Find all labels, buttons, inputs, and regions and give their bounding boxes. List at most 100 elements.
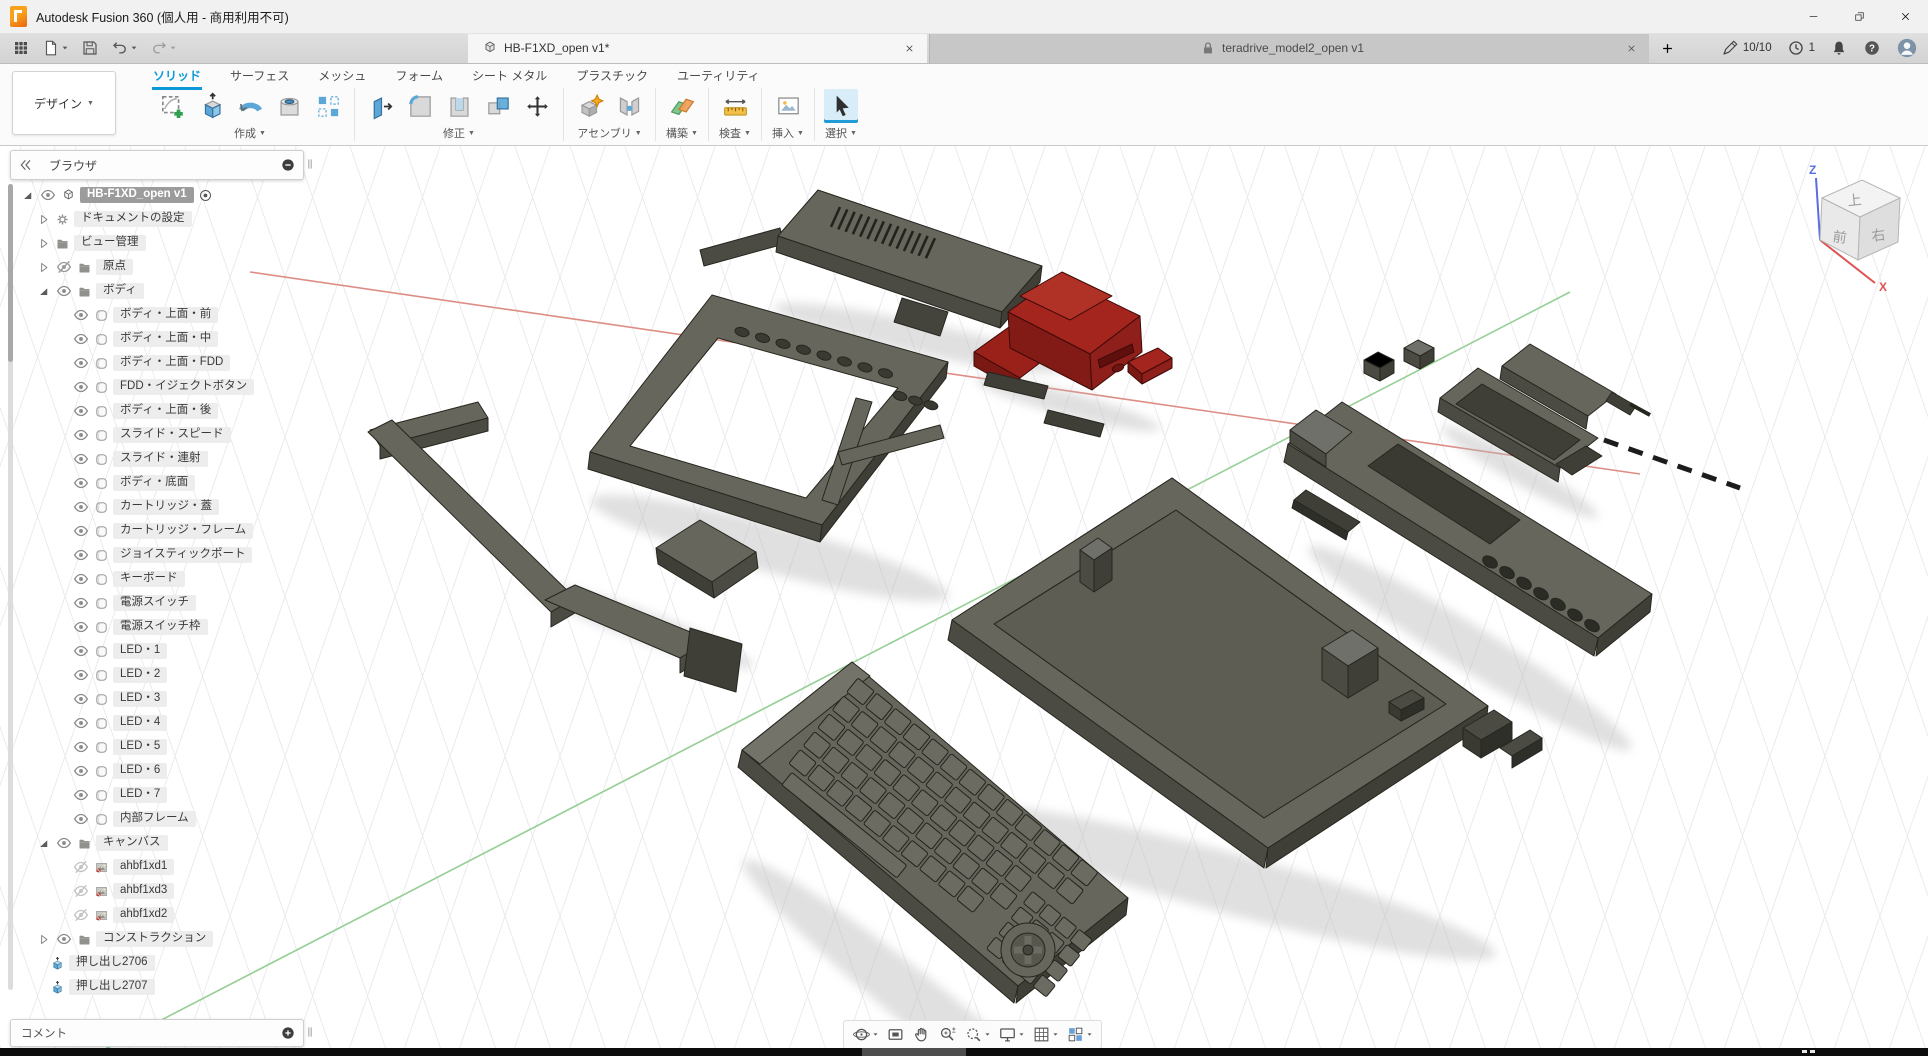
visibility-eye-icon[interactable]: [55, 282, 73, 300]
tree-item-label[interactable]: ボディ・上面・FDD: [113, 355, 230, 372]
tree-item-label[interactable]: ボディ・底面: [113, 475, 195, 492]
ribbon-group-dropdown[interactable]: 作成▼: [234, 125, 266, 141]
move-button[interactable]: [520, 89, 554, 123]
restore-button[interactable]: [1836, 0, 1882, 32]
tree-item-label[interactable]: キーボード: [113, 571, 185, 588]
panel-grip-handle[interactable]: [303, 156, 317, 172]
tree-item-label[interactable]: ジョイスティックポート: [113, 547, 252, 564]
tree-item-label[interactable]: スライド・連射: [113, 451, 208, 468]
collapse-panel-icon[interactable]: [18, 157, 34, 173]
visibility-eye-icon[interactable]: [72, 594, 90, 612]
collapse-arrow-icon[interactable]: [36, 284, 51, 299]
ribbon-group-dropdown[interactable]: 修正▼: [443, 125, 475, 141]
collapse-arrow-icon[interactable]: [20, 188, 35, 203]
pattern-button[interactable]: [311, 89, 345, 123]
save-button[interactable]: [77, 35, 103, 61]
fit-button[interactable]: [961, 1023, 994, 1046]
visibility-eye-icon[interactable]: [72, 714, 90, 732]
measure-button[interactable]: [718, 89, 752, 123]
ribbon-tab-2[interactable]: サーフェス: [229, 65, 290, 87]
new-component-button[interactable]: [573, 89, 607, 123]
visibility-eye-icon[interactable]: [72, 810, 90, 828]
tree-item-label[interactable]: LED・2: [113, 667, 167, 684]
tree-item-label[interactable]: HB-F1XD_open v1: [80, 187, 194, 204]
ribbon-group-dropdown[interactable]: 選択▼: [825, 125, 857, 141]
viewcube-front-face[interactable]: 前: [1832, 228, 1848, 246]
visibility-eye-icon[interactable]: [72, 618, 90, 636]
job-status[interactable]: 1: [1787, 39, 1815, 57]
tree-item-label[interactable]: LED・6: [113, 763, 167, 780]
tree-item-label[interactable]: 内部フレーム: [113, 811, 196, 828]
part-power-switch[interactable]: [1364, 340, 1434, 381]
tree-item-label[interactable]: キャンバス: [96, 835, 168, 852]
visibility-eye-off-icon[interactable]: [72, 906, 90, 924]
visibility-eye-icon[interactable]: [72, 522, 90, 540]
viewport[interactable]: [0, 145, 1928, 1048]
tree-item-label[interactable]: LED・1: [113, 643, 167, 660]
extrude-button[interactable]: [194, 89, 228, 123]
viewcube-top-face[interactable]: 上: [1847, 191, 1863, 208]
look-at-button[interactable]: [883, 1023, 908, 1046]
tree-item-label[interactable]: LED・5: [113, 739, 167, 756]
notifications-button[interactable]: [1830, 39, 1848, 57]
tree-item-label[interactable]: 原点: [96, 259, 133, 276]
press-pull-button[interactable]: [364, 89, 398, 123]
ribbon-group-dropdown[interactable]: 検査▼: [719, 125, 751, 141]
visibility-eye-icon[interactable]: [72, 354, 90, 372]
tree-item-label[interactable]: ボディ・上面・中: [113, 331, 218, 348]
ribbon-tab-7[interactable]: ユーティリティ: [676, 65, 761, 87]
undo-button[interactable]: [107, 35, 142, 61]
workspace-selector[interactable]: デザイン ▼: [12, 71, 116, 135]
close-tab-button[interactable]: [1623, 40, 1639, 56]
joint-button[interactable]: [612, 89, 646, 123]
visibility-eye-icon[interactable]: [72, 762, 90, 780]
expand-arrow-icon[interactable]: [36, 260, 51, 275]
document-tab-inactive[interactable]: teradrive_model2_open v1: [929, 33, 1649, 63]
visibility-eye-icon[interactable]: [72, 426, 90, 444]
display-settings-button[interactable]: [995, 1023, 1028, 1046]
viewcube-right-face[interactable]: 右: [1870, 226, 1886, 244]
visibility-eye-icon[interactable]: [72, 378, 90, 396]
tree-item-label[interactable]: ボディ・上面・後: [113, 403, 218, 420]
visibility-eye-off-icon[interactable]: [55, 258, 73, 276]
construction-plane-button[interactable]: [665, 89, 699, 123]
app-grid-button[interactable]: [8, 35, 34, 61]
redo-button[interactable]: [146, 35, 181, 61]
revolve-button[interactable]: [233, 89, 267, 123]
visibility-eye-icon[interactable]: [72, 330, 90, 348]
minimize-button[interactable]: [1790, 0, 1836, 32]
visibility-eye-icon[interactable]: [72, 450, 90, 468]
tree-item-label[interactable]: コンストラクション: [96, 931, 213, 948]
shell-button[interactable]: [442, 89, 476, 123]
ribbon-tab-5[interactable]: シート メタル: [471, 65, 548, 87]
tree-item-label[interactable]: 押し出し2707: [69, 979, 155, 996]
tree-item-label[interactable]: ahbf1xd3: [113, 883, 174, 900]
ribbon-group-dropdown[interactable]: 挿入▼: [772, 125, 804, 141]
tree-item-label[interactable]: 電源スイッチ枠: [113, 619, 208, 636]
expand-arrow-icon[interactable]: [36, 932, 51, 947]
tree-item-label[interactable]: LED・4: [113, 715, 167, 732]
view-cube[interactable]: Z X 上 前 右: [1795, 150, 1925, 295]
comments-panel[interactable]: コメント: [10, 1019, 304, 1047]
visibility-eye-icon[interactable]: [72, 666, 90, 684]
visibility-eye-off-icon[interactable]: [72, 882, 90, 900]
help-button[interactable]: [1863, 39, 1881, 57]
new-tab-button[interactable]: [1655, 36, 1679, 60]
panel-grip-handle[interactable]: [303, 1024, 317, 1040]
collapse-arrow-icon[interactable]: [36, 836, 51, 851]
hide-panel-icon[interactable]: [280, 157, 296, 173]
tree-item-label[interactable]: ドキュメントの設定: [74, 211, 192, 228]
visibility-eye-icon[interactable]: [72, 402, 90, 420]
visibility-eye-off-icon[interactable]: [72, 858, 90, 876]
visibility-eye-icon[interactable]: [39, 186, 57, 204]
select-button[interactable]: [824, 89, 858, 123]
fillet-button[interactable]: [403, 89, 437, 123]
file-button[interactable]: [38, 35, 73, 61]
pan-button[interactable]: [909, 1023, 934, 1046]
grid-layout-button[interactable]: [1029, 1023, 1062, 1046]
activate-component-radio[interactable]: [198, 188, 213, 203]
zoom-button[interactable]: [935, 1023, 960, 1046]
visibility-eye-icon[interactable]: [72, 546, 90, 564]
visibility-eye-icon[interactable]: [72, 786, 90, 804]
visibility-eye-icon[interactable]: [55, 930, 73, 948]
